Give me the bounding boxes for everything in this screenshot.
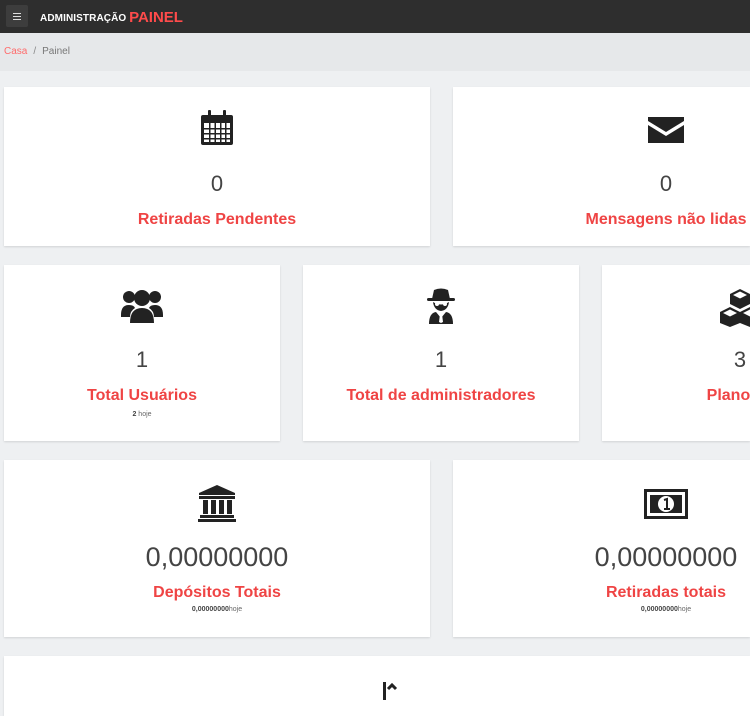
top-navbar: ADMINISTRAÇÃO PAINEL — [0, 0, 750, 33]
total-users-count: 1 — [135, 347, 149, 372]
envelope-icon — [453, 115, 750, 150]
card-total-plans[interactable]: 3 Planos T — [602, 265, 750, 441]
total-withdrawals-value: 0,00000000 — [594, 542, 738, 572]
total-users-label: Total Usuários — [87, 387, 197, 404]
total-deposits-today: 0,00000000hoje — [4, 606, 430, 613]
breadcrumb-home-link[interactable]: Casa — [4, 46, 27, 57]
unread-messages-label: Mensagens não lidas — [585, 211, 747, 228]
calendar-icon — [4, 109, 430, 152]
total-deposits-label: Depósitos Totais — [153, 584, 281, 601]
total-withdrawals-today-label: hoje — [677, 606, 692, 613]
total-users-today-label: hoje — [136, 411, 152, 418]
total-plans-label: Planos T — [706, 387, 750, 404]
total-deposits-today-label: hoje — [228, 606, 243, 613]
breadcrumb-separator: / — [33, 46, 37, 57]
breadcrumb-current: Painel — [42, 46, 70, 57]
chart-icon — [4, 680, 750, 705]
brand-title: PAINEL — [129, 9, 183, 26]
card-total-users[interactable]: 1 Total Usuários 2 hoje — [4, 265, 280, 441]
breadcrumb-bar: Casa / Painel — [0, 33, 750, 71]
cubes-icon — [602, 287, 750, 332]
hamburger-menu-button[interactable] — [6, 5, 28, 27]
total-withdrawals-today: 0,00000000hoje — [453, 606, 750, 613]
total-admins-count: 1 — [434, 347, 448, 372]
card-unread-messages[interactable]: 0 Mensagens não lidas — [453, 87, 750, 246]
total-deposits-value: 0,00000000 — [145, 542, 289, 572]
card-bottom-partial[interactable] — [4, 656, 750, 716]
money-bill-icon — [453, 488, 750, 525]
pending-withdrawals-label: Retiradas Pendentes — [137, 211, 297, 228]
card-pending-withdrawals[interactable]: 0 Retiradas Pendentes — [4, 87, 430, 246]
total-withdrawals-today-value: 0,00000000 — [640, 606, 678, 613]
spy-icon — [303, 287, 579, 330]
total-withdrawals-label: Retiradas totais — [605, 584, 727, 601]
pending-withdrawals-count: 0 — [210, 171, 224, 196]
card-total-withdrawals[interactable]: 0,00000000 Retiradas totais 0,00000000ho… — [453, 460, 750, 637]
unread-messages-count: 0 — [659, 171, 673, 196]
breadcrumb: Casa / Painel — [4, 46, 70, 57]
users-icon — [4, 287, 280, 330]
total-deposits-today-value: 0,00000000 — [191, 606, 229, 613]
total-users-today: 2 hoje — [4, 411, 280, 418]
card-total-deposits[interactable]: 0,00000000 Depósitos Totais 0,00000000ho… — [4, 460, 430, 637]
card-total-admins[interactable]: 1 Total de administradores — [303, 265, 579, 441]
total-admins-label: Total de administradores — [346, 387, 536, 404]
total-plans-count: 3 — [733, 347, 747, 372]
brand-subtitle: ADMINISTRAÇÃO — [40, 13, 127, 24]
bank-icon — [4, 484, 430, 527]
brand-logo[interactable]: ADMINISTRAÇÃO PAINEL — [40, 9, 183, 26]
